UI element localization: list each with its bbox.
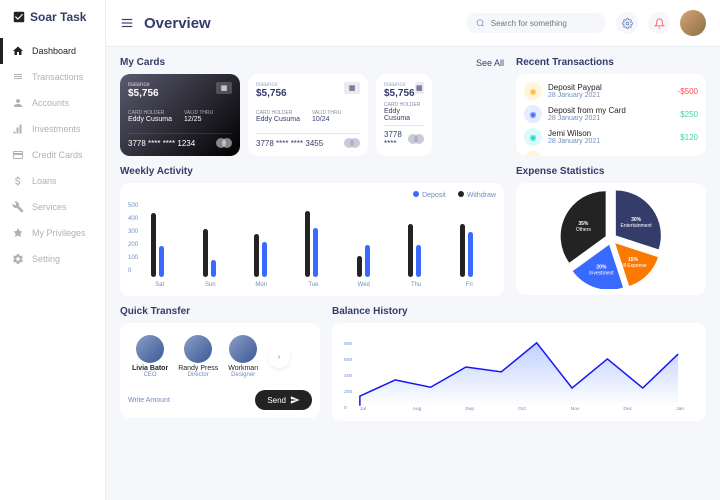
header: Overview [106, 0, 720, 47]
sidebar-item-setting[interactable]: Setting [0, 246, 105, 272]
chart-legend: Deposit Withdraw [128, 191, 496, 199]
sidebar-item-my-privileges[interactable]: My Privileges [0, 220, 105, 246]
weekly-activity-chart: 5004003002001000 SatSunMonTueWedThuFri [128, 203, 496, 288]
activity-title: Weekly Activity [120, 166, 193, 177]
credit-card[interactable]: Balance$5,756▦CARD HOLDEREddy Cusuma3778… [376, 74, 432, 156]
mastercard-icon [216, 138, 232, 148]
svg-text:Investment: Investment [589, 270, 614, 276]
sidebar-item-dashboard[interactable]: Dashboard [0, 38, 105, 64]
transaction-row[interactable]: ◉Deposit Paypal [524, 151, 698, 156]
person-avatar [136, 335, 164, 363]
svg-text:Nov: Nov [571, 406, 580, 411]
sidebar: Soar Task DashboardTransactionsAccountsI… [0, 0, 106, 500]
chip-icon: ▦ [415, 82, 424, 94]
mastercard-icon [408, 134, 424, 144]
expense-title: Expense Statistics [516, 166, 604, 177]
sidebar-item-services[interactable]: Services [0, 194, 105, 220]
svg-text:600: 600 [344, 357, 353, 363]
bell-icon [654, 18, 665, 29]
gear-icon [622, 18, 633, 29]
mastercard-icon [344, 138, 360, 148]
svg-text:Dec: Dec [623, 406, 632, 411]
nav-icon [12, 253, 24, 265]
sidebar-item-transactions[interactable]: Transactions [0, 64, 105, 90]
svg-text:200: 200 [344, 389, 353, 395]
person-avatar [184, 335, 212, 363]
sidebar-item-accounts[interactable]: Accounts [0, 90, 105, 116]
svg-text:Jan: Jan [676, 406, 684, 411]
credit-card[interactable]: Balance$5,756▦CARD HOLDEREddy CusumaVALI… [248, 74, 368, 156]
transaction-icon: ◉ [524, 128, 542, 146]
send-icon [290, 395, 300, 405]
menu-icon[interactable] [120, 16, 134, 30]
settings-button[interactable] [616, 12, 638, 34]
transaction-row[interactable]: ◉Jemi Wilson28 January 2021$120 [524, 128, 698, 146]
svg-text:Jul: Jul [360, 406, 366, 411]
svg-text:800: 800 [344, 341, 353, 347]
svg-text:Others: Others [576, 227, 592, 233]
transfer-title: Quick Transfer [120, 306, 190, 317]
balance-title: Balance History [332, 306, 408, 317]
task-icon [12, 10, 26, 24]
expense-pie-chart: 30%Entertainment15%Bill Expense20%Invest… [516, 183, 706, 295]
page-title: Overview [144, 15, 456, 32]
transfer-person[interactable]: Randy PressDirector [178, 335, 218, 378]
search-input[interactable] [466, 13, 606, 33]
svg-text:Entertainment: Entertainment [621, 223, 653, 229]
nav-icon [12, 149, 24, 161]
svg-text:Sep: Sep [465, 406, 474, 411]
transaction-icon: ◉ [524, 82, 542, 100]
sidebar-item-loans[interactable]: Loans [0, 168, 105, 194]
nav-icon [12, 71, 24, 83]
balance-history-chart: 0 200 400 600 800 Jul Aug Sep Oct Nov Dec Jan [332, 323, 706, 421]
write-amount-label: Write Amount [128, 397, 170, 404]
credit-card[interactable]: Balance$5,756▦CARD HOLDEREddy CusumaVALI… [120, 74, 240, 156]
logo: Soar Task [0, 10, 105, 38]
transaction-icon: ◉ [524, 105, 542, 123]
nav-icon [12, 97, 24, 109]
nav-icon [12, 201, 24, 213]
transactions-title: Recent Transactions [516, 57, 614, 68]
svg-text:400: 400 [344, 373, 353, 379]
svg-text:Oct: Oct [518, 406, 526, 411]
send-button[interactable]: Send [255, 390, 312, 410]
transfer-person[interactable]: WorkmanDesigner [228, 335, 258, 378]
svg-text:Aug: Aug [413, 406, 422, 411]
next-person-button[interactable]: › [268, 346, 290, 368]
avatar[interactable] [680, 10, 706, 36]
transaction-icon: ◉ [524, 151, 542, 156]
search-icon [476, 18, 485, 28]
transaction-row[interactable]: ◉Deposit from my Card28 January 2021$250 [524, 105, 698, 123]
transaction-row[interactable]: ◉Deposit Paypal28 January 2021-$500 [524, 82, 698, 100]
see-all-link[interactable]: See All [476, 58, 504, 68]
person-avatar [229, 335, 257, 363]
nav-icon [12, 227, 24, 239]
chip-icon: ▦ [344, 82, 360, 94]
sidebar-item-investments[interactable]: Investments [0, 116, 105, 142]
transfer-person[interactable]: Livia BatorCEO [132, 335, 168, 378]
my-cards-title: My Cards [120, 57, 165, 68]
svg-text:Bill Expense: Bill Expense [619, 263, 647, 269]
chip-icon: ▦ [216, 82, 232, 94]
notifications-button[interactable] [648, 12, 670, 34]
svg-text:0: 0 [344, 405, 347, 411]
sidebar-item-credit-cards[interactable]: Credit Cards [0, 142, 105, 168]
nav-icon [12, 123, 24, 135]
nav-icon [12, 175, 24, 187]
nav-icon [12, 45, 24, 57]
